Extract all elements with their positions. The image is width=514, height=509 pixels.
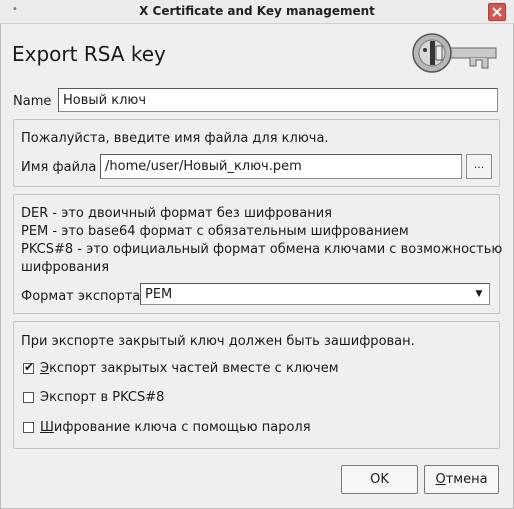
export-format-value: PEM <box>145 287 173 302</box>
name-input[interactable] <box>58 88 498 112</box>
dialog-heading: Export RSA key <box>12 42 166 66</box>
export-format-select[interactable]: PEM ▼ <box>140 283 490 305</box>
export-private-checkbox[interactable]: ✔ <box>23 360 35 374</box>
close-icon <box>492 7 502 17</box>
format-desc-pem: PEM - это base64 формат с обязательным ш… <box>21 224 409 239</box>
checkmark-icon: ✔ <box>24 360 35 374</box>
encryption-note: При экспорте закрытый ключ должен быть з… <box>21 334 415 349</box>
cancel-label-text: тмена <box>445 472 488 487</box>
encrypt-password-label[interactable]: Шифрование ключа с помощью пароля <box>40 420 311 435</box>
format-desc-der: DER - это двоичный формат без шифрования <box>21 206 333 221</box>
key-icon <box>412 33 497 73</box>
file-prompt: Пожалуйста, введите имя файла для ключа. <box>21 131 329 146</box>
encrypt-password-label-text: ифрование ключа с помощью пароля <box>53 420 311 435</box>
export-pkcs8-checkbox[interactable] <box>23 392 34 403</box>
export-private-label-text: кспорт закрытых частей вместе с ключем <box>49 361 339 376</box>
export-pkcs8-label[interactable]: Экспорт в PKCS#8 <box>40 390 164 405</box>
format-desc-pkcs8-line2: шифрования <box>21 260 110 275</box>
ok-button[interactable]: OK <box>341 465 418 494</box>
window-title: X Certificate and Key management <box>139 4 375 18</box>
export-private-mnemonic: Э <box>40 361 50 376</box>
cancel-button[interactable]: Отмена <box>424 465 499 494</box>
encrypt-password-mnemonic: Ш <box>40 420 54 435</box>
encrypt-password-checkbox[interactable] <box>23 422 34 433</box>
file-name-input[interactable] <box>100 154 462 179</box>
export-private-label[interactable]: Экспорт закрытых частей вместе с ключем <box>40 361 339 376</box>
file-label: Имя файла <box>21 160 97 175</box>
close-button[interactable] <box>488 3 506 21</box>
cancel-mnemonic: О <box>435 472 446 487</box>
format-desc-pkcs8-line1: PKCS#8 - это официальный формат обмена к… <box>21 242 503 257</box>
browse-button[interactable]: ... <box>466 154 492 179</box>
name-label: Name <box>13 94 52 109</box>
title-bar: • X Certificate and Key management <box>0 0 514 24</box>
export-format-label: Формат экспорта <box>21 289 141 304</box>
chevron-down-icon: ▼ <box>475 289 483 299</box>
